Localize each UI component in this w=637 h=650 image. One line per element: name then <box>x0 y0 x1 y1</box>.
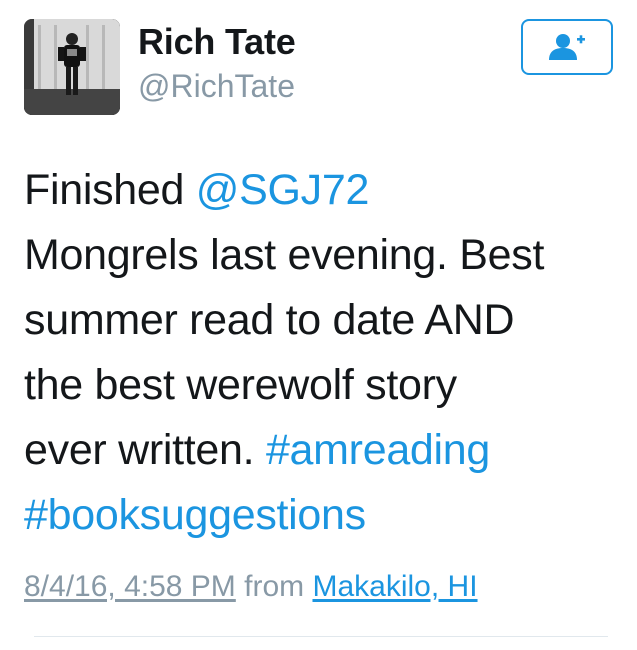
add-user-icon <box>549 34 585 60</box>
hashtag-link[interactable]: #booksuggestions <box>24 491 366 539</box>
tweet-line: ever written. #amreading <box>24 418 624 483</box>
tweet-text-segment: Finished <box>24 166 196 214</box>
avatar[interactable] <box>24 19 120 115</box>
hashtag-link[interactable]: #amreading <box>266 426 490 474</box>
tweet-line: Mongrels last evening. Best <box>24 223 624 288</box>
tweet-text-segment: the best werewolf story <box>24 361 457 409</box>
from-label: from <box>235 570 313 603</box>
tweet-text: Finished @SGJ72 Mongrels last evening. B… <box>24 158 624 548</box>
display-name[interactable]: Rich Tate <box>138 21 296 63</box>
divider <box>34 636 608 637</box>
tweet-line: the best werewolf story <box>24 353 624 418</box>
timestamp-link[interactable]: 8/4/16, 4:58 PM <box>24 570 236 603</box>
avatar-photo <box>24 19 120 115</box>
tweet-text-segment: Mongrels last evening. Best <box>24 231 545 279</box>
tweet-line: #booksuggestions <box>24 483 624 548</box>
mention-link[interactable]: @SGJ72 <box>196 166 370 214</box>
username[interactable]: @RichTate <box>138 68 295 105</box>
tweet-line: summer read to date AND <box>24 288 624 353</box>
tweet-line: Finished @SGJ72 <box>24 158 624 223</box>
tweet-card: Rich Tate @RichTate Finished @SGJ72 Mong… <box>0 0 637 650</box>
tweet-text-segment: ever written. <box>24 426 266 474</box>
follow-button[interactable] <box>521 19 613 75</box>
tweet-text-segment: summer read to date AND <box>24 296 515 344</box>
place-link[interactable]: Makakilo, HI <box>312 570 477 603</box>
tweet-meta: 8/4/16, 4:58 PM from Makakilo, HI <box>24 570 478 604</box>
